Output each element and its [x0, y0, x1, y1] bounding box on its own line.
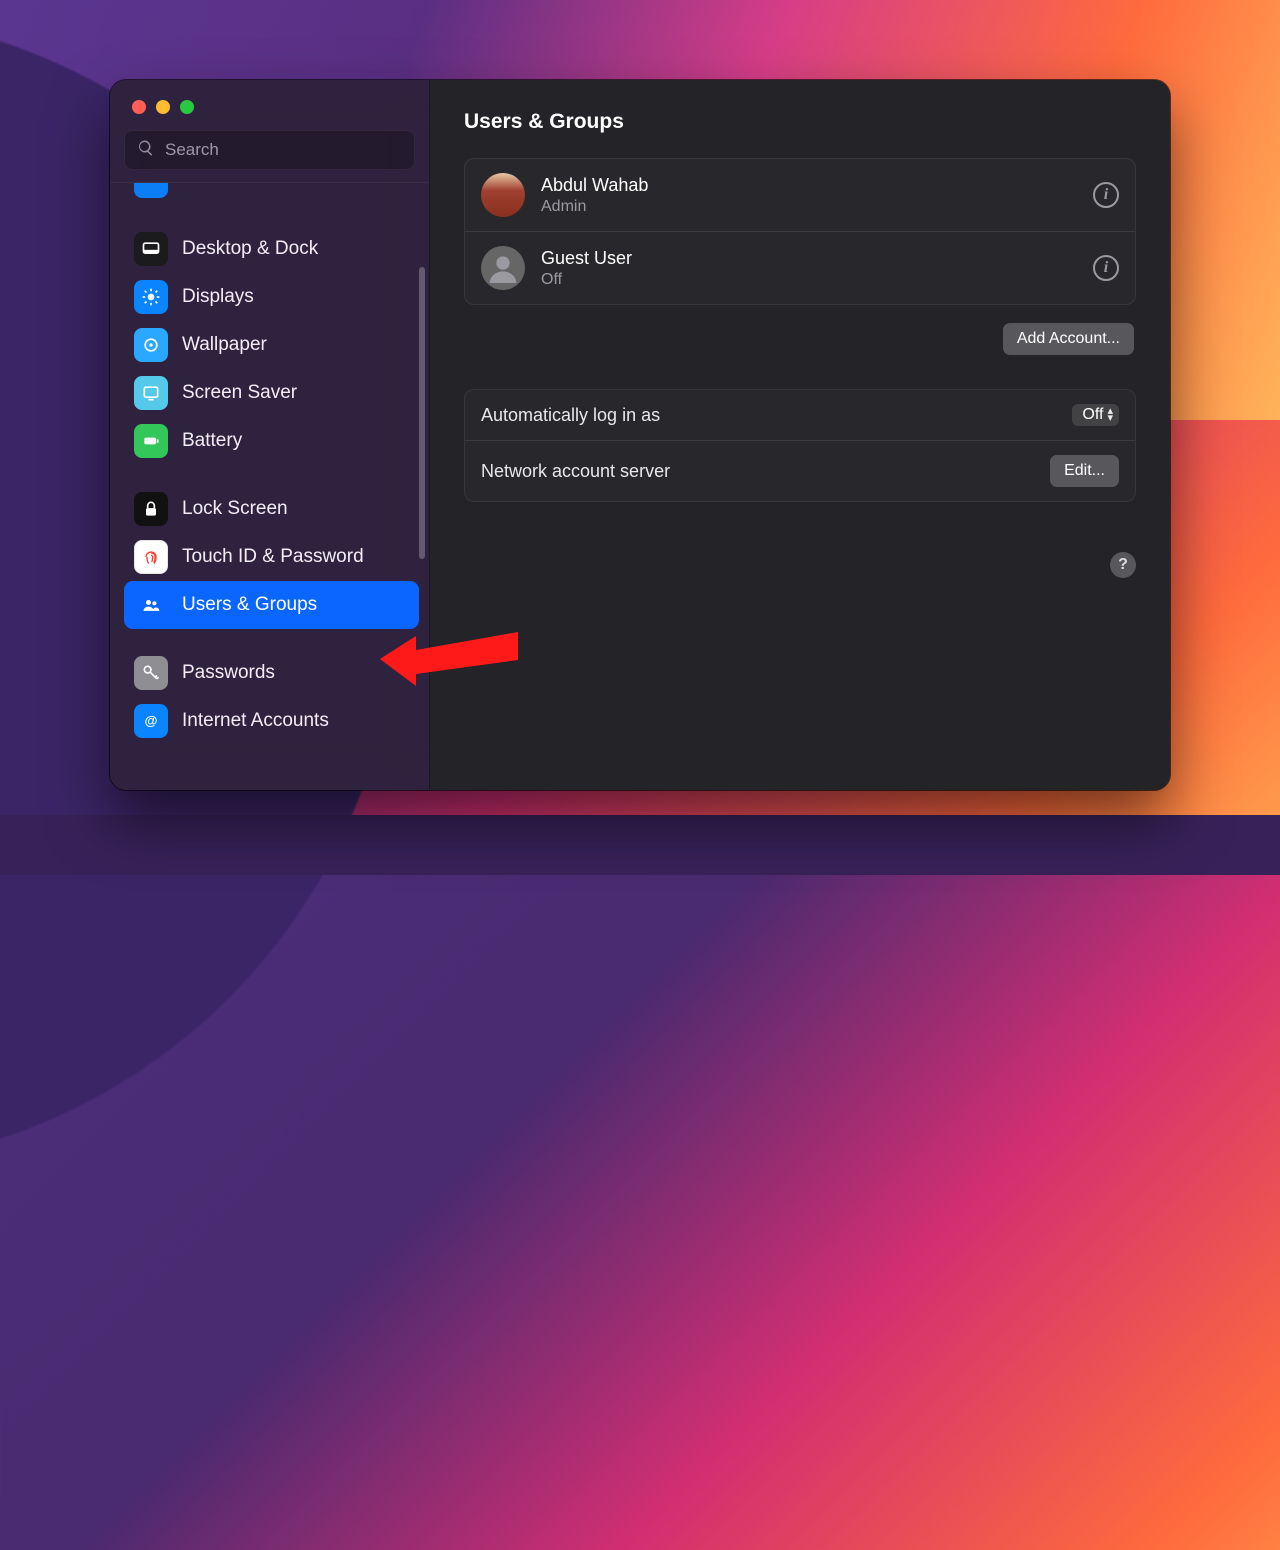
chevron-updown-icon: ▴▾ — [1107, 408, 1113, 422]
sidebar-item-passwords[interactable]: Passwords — [124, 649, 419, 697]
window-controls — [110, 80, 429, 130]
sidebar: Desktop & Dock Displays Wallpaper — [110, 80, 430, 790]
screen-saver-icon — [134, 376, 168, 410]
search-field[interactable] — [124, 130, 415, 170]
help-button[interactable]: ? — [1110, 552, 1136, 578]
zoom-window-button[interactable] — [180, 100, 194, 114]
sidebar-scrollbar[interactable] — [419, 267, 425, 559]
network-account-row: Network account server Edit... — [465, 440, 1135, 501]
user-row[interactable]: Abdul Wahab Admin i — [465, 159, 1135, 231]
sidebar-item-label: Screen Saver — [182, 382, 297, 405]
sidebar-item-lock-screen[interactable]: Lock Screen — [124, 485, 419, 533]
fingerprint-icon — [134, 540, 168, 574]
sidebar-item-battery[interactable]: Battery — [124, 417, 419, 465]
user-role: Off — [541, 271, 632, 289]
auto-login-value: Off — [1082, 406, 1103, 424]
auto-login-select[interactable]: Off ▴▾ — [1072, 404, 1119, 426]
battery-icon — [134, 424, 168, 458]
at-icon: @ — [134, 704, 168, 738]
sidebar-item-displays[interactable]: Displays — [124, 273, 419, 321]
sidebar-item-touch-id[interactable]: Touch ID & Password — [124, 533, 419, 581]
avatar — [481, 246, 525, 290]
sidebar-item-label: Touch ID & Password — [182, 546, 364, 568]
add-account-button[interactable]: Add Account... — [1003, 323, 1134, 355]
user-row[interactable]: Guest User Off i — [465, 231, 1135, 304]
sidebar-item-label: Desktop & Dock — [182, 238, 318, 261]
users-panel: Abdul Wahab Admin i Guest User Off i — [464, 158, 1136, 305]
system-settings-window: Desktop & Dock Displays Wallpaper — [110, 80, 1170, 790]
sidebar-list: Desktop & Dock Displays Wallpaper — [110, 182, 429, 790]
login-settings-panel: Automatically log in as Off ▴▾ Network a… — [464, 389, 1136, 502]
sidebar-item-screen-saver[interactable]: Screen Saver — [124, 369, 419, 417]
info-button[interactable]: i — [1093, 255, 1119, 281]
sidebar-item-internet-accounts[interactable]: @ Internet Accounts — [124, 697, 419, 745]
close-window-button[interactable] — [132, 100, 146, 114]
auto-login-row: Automatically log in as Off ▴▾ — [465, 390, 1135, 440]
sidebar-item-label: Lock Screen — [182, 498, 288, 521]
sidebar-item-label: Internet Accounts — [182, 710, 329, 733]
sidebar-item-wallpaper[interactable]: Wallpaper — [124, 321, 419, 369]
edit-button[interactable]: Edit... — [1050, 455, 1119, 487]
sidebar-item-label: Wallpaper — [182, 334, 267, 357]
page-title: Users & Groups — [464, 110, 1136, 134]
lock-icon — [134, 492, 168, 526]
users-icon — [134, 588, 168, 622]
avatar — [481, 173, 525, 217]
svg-text:@: @ — [145, 713, 158, 728]
sidebar-item-partial[interactable] — [124, 182, 419, 205]
generic-icon — [134, 182, 168, 198]
search-input[interactable] — [165, 140, 402, 160]
sidebar-item-desktop-dock[interactable]: Desktop & Dock — [124, 225, 419, 273]
sidebar-item-label: Passwords — [182, 662, 275, 685]
auto-login-label: Automatically log in as — [481, 405, 660, 426]
wallpaper-icon — [134, 328, 168, 362]
main-pane: Users & Groups Abdul Wahab Admin i Guest… — [430, 80, 1170, 790]
search-icon — [137, 139, 155, 162]
sidebar-item-label: Displays — [182, 286, 254, 309]
sidebar-item-label: Battery — [182, 430, 242, 453]
network-account-label: Network account server — [481, 461, 670, 482]
minimize-window-button[interactable] — [156, 100, 170, 114]
desktop-dock-icon — [134, 232, 168, 266]
sidebar-item-label: Users & Groups — [182, 594, 317, 617]
user-name: Guest User — [541, 248, 632, 269]
displays-icon — [134, 280, 168, 314]
user-role: Admin — [541, 198, 648, 216]
user-name: Abdul Wahab — [541, 175, 648, 196]
sidebar-item-users-groups[interactable]: Users & Groups — [124, 581, 419, 629]
key-icon — [134, 656, 168, 690]
info-button[interactable]: i — [1093, 182, 1119, 208]
